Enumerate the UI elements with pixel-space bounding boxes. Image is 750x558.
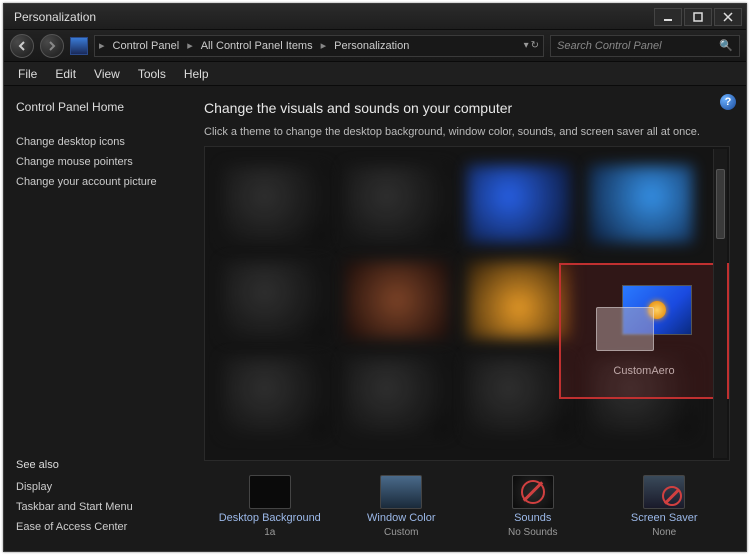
value: Custom [384,527,418,538]
sidebar-link[interactable]: Ease of Access Center [16,521,182,533]
control-panel-home-link[interactable]: Control Panel Home [16,100,182,114]
control-panel-icon [70,37,88,55]
theme-thumbnail[interactable] [589,165,693,243]
theme-thumbnail[interactable] [467,165,571,243]
navigation-bar: ▸ Control Panel ▸ All Control Panel Item… [4,30,746,62]
label: Screen Saver [631,512,698,524]
refresh-icon[interactable]: ↻ [531,40,539,51]
scrollbar-thumb[interactable] [716,169,725,239]
theme-grid[interactable]: CustomAero [204,146,730,461]
search-icon: 🔍 [719,39,733,52]
scrollbar[interactable] [713,149,727,458]
window-frame: Personalization ▸ Control Panel ▸ All Co… [3,3,747,552]
maximize-button[interactable] [684,8,712,26]
search-input[interactable]: Search Control Panel 🔍 [550,35,740,57]
sidebar-link[interactable]: Taskbar and Start Menu [16,501,182,513]
value: None [652,527,676,538]
sidebar: Control Panel Home Change desktop icons … [4,86,194,551]
theme-thumbnail[interactable] [345,165,449,243]
theme-preview-icon [596,285,692,351]
sounds-button[interactable]: Sounds No Sounds [467,475,599,538]
back-button[interactable] [10,34,34,58]
theme-thumbnail[interactable] [223,357,327,435]
desktop-background-button[interactable]: Desktop Background 1a [204,475,336,538]
window-color-button[interactable]: Window Color Custom [336,475,468,538]
breadcrumb-item[interactable]: Control Panel [109,40,184,52]
main-panel: ? Change the visuals and sounds on your … [194,86,746,551]
label: Desktop Background [219,512,321,524]
menu-tools[interactable]: Tools [130,65,174,83]
minimize-button[interactable] [654,8,682,26]
page-heading: Change the visuals and sounds on your co… [204,100,730,116]
chevron-right-icon: ▸ [183,39,197,52]
sidebar-link[interactable]: Display [16,481,182,493]
menu-view[interactable]: View [86,65,128,83]
sidebar-link[interactable]: Change desktop icons [16,136,182,148]
theme-thumbnail[interactable] [467,357,571,435]
breadcrumb-item[interactable]: Personalization [330,40,413,52]
window-title: Personalization [14,10,652,24]
screen-saver-icon [643,475,685,509]
theme-thumbnail[interactable] [223,165,327,243]
window-color-icon [380,475,422,509]
value: 1a [264,527,275,538]
chevron-right-icon: ▸ [95,39,109,52]
sidebar-link[interactable]: Change mouse pointers [16,156,182,168]
theme-thumbnail[interactable] [345,261,449,339]
theme-thumbnail[interactable] [345,357,449,435]
see-also-heading: See also [16,459,182,471]
theme-thumbnail[interactable] [223,261,327,339]
breadcrumb-item[interactable]: All Control Panel Items [197,40,317,52]
search-placeholder: Search Control Panel [557,40,662,52]
chevron-right-icon: ▸ [317,39,331,52]
label: Sounds [514,512,551,524]
help-icon[interactable]: ? [720,94,736,110]
theme-thumbnail[interactable] [467,261,571,339]
desktop-background-icon [249,475,291,509]
menu-edit[interactable]: Edit [47,65,84,83]
forward-button[interactable] [40,34,64,58]
recent-locations-icon[interactable]: ▾ [524,40,529,51]
close-button[interactable] [714,8,742,26]
menu-file[interactable]: File [10,65,45,83]
screen-saver-button[interactable]: Screen Saver None [599,475,731,538]
titlebar[interactable]: Personalization [4,4,746,30]
content-area: Control Panel Home Change desktop icons … [4,86,746,551]
theme-customaero[interactable]: CustomAero [559,263,729,399]
value: No Sounds [508,527,557,538]
page-subtext: Click a theme to change the desktop back… [204,126,730,138]
menu-help[interactable]: Help [176,65,217,83]
theme-label: CustomAero [613,365,674,377]
menubar: File Edit View Tools Help [4,62,746,86]
sounds-icon [512,475,554,509]
label: Window Color [367,512,435,524]
settings-row: Desktop Background 1a Window Color Custo… [204,461,730,541]
sidebar-link[interactable]: Change your account picture [16,176,182,188]
address-bar[interactable]: ▸ Control Panel ▸ All Control Panel Item… [94,35,544,57]
